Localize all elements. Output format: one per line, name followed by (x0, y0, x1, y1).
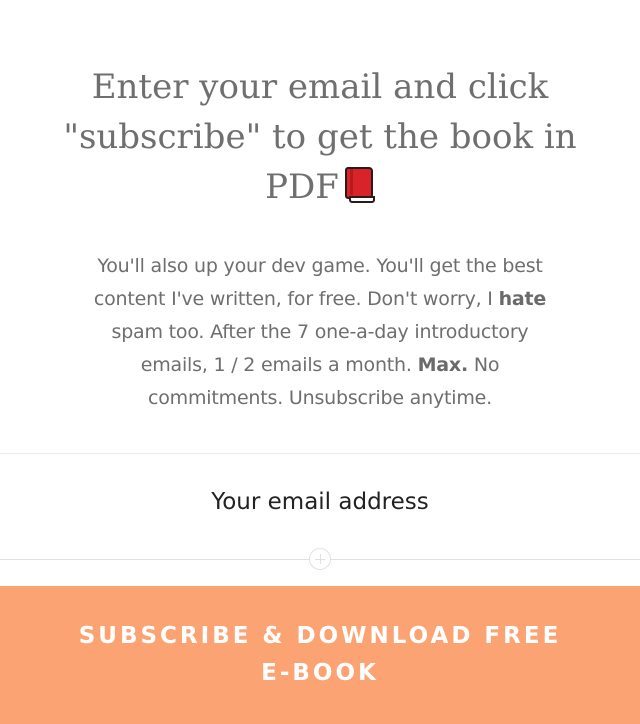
description-bold-hate: hate (498, 288, 547, 310)
headline-text: Enter your email and click "subscribe" t… (63, 67, 577, 207)
description: You'll also up your dev game. You'll get… (80, 250, 560, 415)
subscribe-download-button[interactable]: SUBSCRIBE & DOWNLOAD FREE E-BOOK (0, 586, 640, 724)
description-text-1: You'll also up your dev game. You'll get… (93, 255, 543, 310)
red-book-icon (344, 167, 375, 203)
plus-circle-icon (309, 548, 331, 570)
email-field[interactable] (0, 472, 640, 532)
subscribe-form-card: Enter your email and click "subscribe" t… (0, 0, 640, 724)
headline: Enter your email and click "subscribe" t… (40, 62, 600, 212)
description-bold-max: Max. (417, 354, 469, 376)
divider (0, 453, 640, 454)
